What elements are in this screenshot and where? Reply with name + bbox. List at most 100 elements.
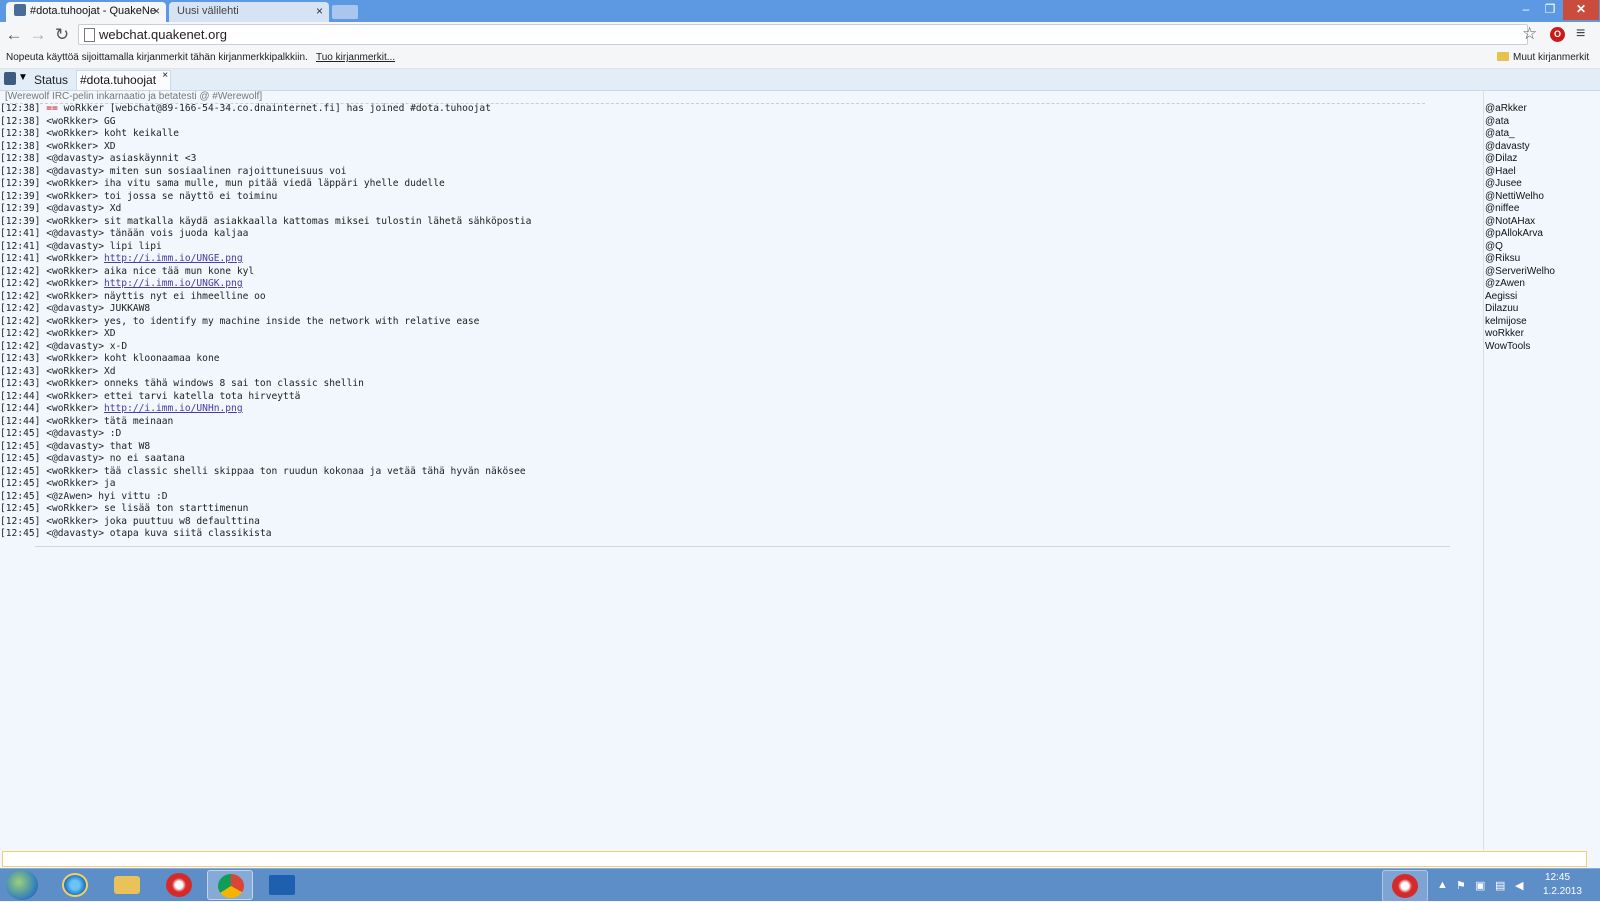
menu-hamburger-icon[interactable]: ≡ (1576, 25, 1585, 43)
message-nick[interactable]: <@davasty> (46, 228, 104, 239)
message-link[interactable]: http://i.imm.io/UNGK.png (104, 278, 243, 289)
message-nick[interactable]: <@davasty> (46, 341, 104, 352)
message-nick[interactable]: <@davasty> (46, 441, 104, 452)
message-nick[interactable]: <woRkker> (46, 291, 98, 302)
message-nick[interactable]: <@davasty> (46, 428, 104, 439)
message-time: [12:41] (0, 253, 41, 264)
nick-list-item[interactable]: woRkker (1484, 328, 1600, 341)
tab-channel[interactable]: #dota.tuhoojat × (76, 70, 172, 90)
message-nick[interactable]: <woRkker> (46, 216, 98, 227)
message-nick[interactable]: <@davasty> (46, 153, 104, 164)
browser-tab-new-tab[interactable]: Uusi välilehti × (169, 2, 329, 22)
page-icon (84, 28, 95, 42)
message-nick[interactable]: <woRkker> (46, 366, 98, 377)
nick-list-item[interactable]: kelmijose (1484, 316, 1600, 329)
message-nick[interactable]: <@davasty> (46, 166, 104, 177)
message-nick[interactable]: <woRkker> (46, 466, 98, 477)
show-hidden-icons-icon[interactable]: ▲ (1437, 879, 1448, 891)
nick-list-item[interactable]: @Riksu (1484, 253, 1600, 266)
tray-device-icon[interactable]: ▣ (1475, 879, 1485, 892)
message-input[interactable] (2, 851, 1587, 867)
window-close-icon[interactable]: ✕ (1563, 0, 1599, 20)
dropdown-arrow-icon[interactable]: ▼ (18, 72, 28, 83)
close-tab-icon[interactable]: × (316, 2, 323, 21)
taskbar-outlook[interactable] (259, 870, 305, 900)
nick-list-item[interactable]: WowTools (1484, 341, 1600, 354)
message-nick[interactable]: <@zAwen> (46, 491, 92, 502)
message-nick[interactable]: <woRkker> (46, 403, 98, 414)
action-center-flag-icon[interactable]: ⚑ (1456, 879, 1466, 892)
taskbar-ie[interactable] (52, 870, 98, 900)
message-nick[interactable]: <@davasty> (46, 528, 104, 539)
message-nick[interactable]: <woRkker> (46, 116, 98, 127)
tray-pinned-app[interactable] (1382, 870, 1428, 902)
quakenet-logo-icon[interactable] (4, 72, 16, 85)
nick-list-item[interactable]: @Hael (1484, 166, 1600, 179)
message-nick[interactable]: <@davasty> (46, 241, 104, 252)
message-link[interactable]: http://i.imm.io/UNHn.png (104, 403, 243, 414)
forward-arrow-icon[interactable]: → (28, 25, 48, 45)
address-bar[interactable]: webchat.quakenet.org (78, 24, 1528, 45)
nick-list-item[interactable]: @ServeriWelho (1484, 266, 1600, 279)
message-nick[interactable]: <woRkker> (46, 178, 98, 189)
reload-icon[interactable]: ↻ (52, 25, 72, 45)
import-bookmarks-link[interactable]: Tuo kirjanmerkit... (316, 48, 395, 68)
network-icon[interactable]: ▤ (1495, 879, 1505, 892)
close-tab-icon[interactable]: × (153, 2, 160, 21)
message-nick[interactable]: <woRkker> (46, 516, 98, 527)
message-nick[interactable]: <woRkker> (46, 353, 98, 364)
bookmark-star-icon[interactable]: ☆ (1522, 24, 1537, 44)
start-button-icon[interactable] (6, 870, 38, 900)
other-bookmarks-button[interactable]: Muut kirjanmerkit (1497, 48, 1589, 68)
nick-list-item[interactable]: Aegissi (1484, 291, 1600, 304)
nick-list-item[interactable]: Dilazuu (1484, 303, 1600, 316)
taskbar-chrome[interactable] (207, 870, 253, 900)
message-nick[interactable]: <@davasty> (46, 453, 104, 464)
nick-list-item[interactable]: @pAllokArva (1484, 228, 1600, 241)
nick-list-item[interactable]: @Dilaz (1484, 153, 1600, 166)
message-nick[interactable]: <woRkker> (46, 253, 98, 264)
nick-list-item[interactable]: @NettiWelho (1484, 191, 1600, 204)
message-time: [12:38] (0, 103, 41, 114)
message-nick[interactable]: <woRkker> (46, 328, 98, 339)
message-nick[interactable]: <woRkker> (46, 141, 98, 152)
message-nick[interactable]: <woRkker> (46, 503, 98, 514)
message-text: aika nice tää mun kone kyl (103, 265, 255, 277)
message-link[interactable]: http://i.imm.io/UNGE.png (104, 253, 243, 264)
extension-icon[interactable]: O (1550, 27, 1565, 42)
tab-status[interactable]: Status (30, 71, 72, 89)
message-nick[interactable]: <woRkker> (46, 378, 98, 389)
message-nick[interactable]: <woRkker> (46, 391, 98, 402)
message-time: [12:45] (0, 503, 41, 514)
message-nick[interactable]: <@davasty> (46, 303, 104, 314)
taskbar-app-red[interactable] (156, 870, 202, 900)
nick-list-item[interactable]: @niffee (1484, 203, 1600, 216)
browser-tab-active[interactable]: #dota.tuhoojat - QuakeNe × (6, 2, 166, 22)
message-nick[interactable]: <woRkker> (46, 128, 98, 139)
new-tab-button[interactable] (332, 5, 358, 19)
nick-list-item[interactable]: @NotAHax (1484, 216, 1600, 229)
message-nick[interactable]: <woRkker> (46, 478, 98, 489)
nick-list-item[interactable]: @Jusee (1484, 178, 1600, 191)
message-nick[interactable]: <woRkker> (46, 191, 98, 202)
message-nick[interactable]: <woRkker> (46, 278, 98, 289)
restore-icon[interactable]: ❐ (1536, 0, 1564, 20)
nick-list-item[interactable]: @ata (1484, 116, 1600, 129)
clock-date[interactable]: 1.2.2013 (1543, 886, 1582, 897)
taskbar-explorer[interactable] (104, 870, 150, 900)
clock-time[interactable]: 12:45 (1545, 872, 1570, 883)
volume-muted-icon[interactable]: ◀ (1515, 879, 1523, 892)
message-row: [12:45] <@davasty> that W8 (0, 441, 1480, 454)
message-nick[interactable]: <woRkker> (46, 266, 98, 277)
nick-list-item[interactable]: @ata_ (1484, 128, 1600, 141)
message-time: [12:45] (0, 528, 41, 539)
nick-list-item[interactable]: @aRkker (1484, 103, 1600, 116)
message-nick[interactable]: <@davasty> (46, 203, 104, 214)
nick-list-item[interactable]: @zAwen (1484, 278, 1600, 291)
message-nick[interactable]: <woRkker> (46, 316, 98, 327)
nick-list-item[interactable]: @davasty (1484, 141, 1600, 154)
close-channel-icon[interactable]: × (162, 66, 168, 85)
nick-list-item[interactable]: @Q (1484, 241, 1600, 254)
message-nick[interactable]: <woRkker> (46, 416, 98, 427)
back-arrow-icon[interactable]: ← (4, 25, 24, 45)
